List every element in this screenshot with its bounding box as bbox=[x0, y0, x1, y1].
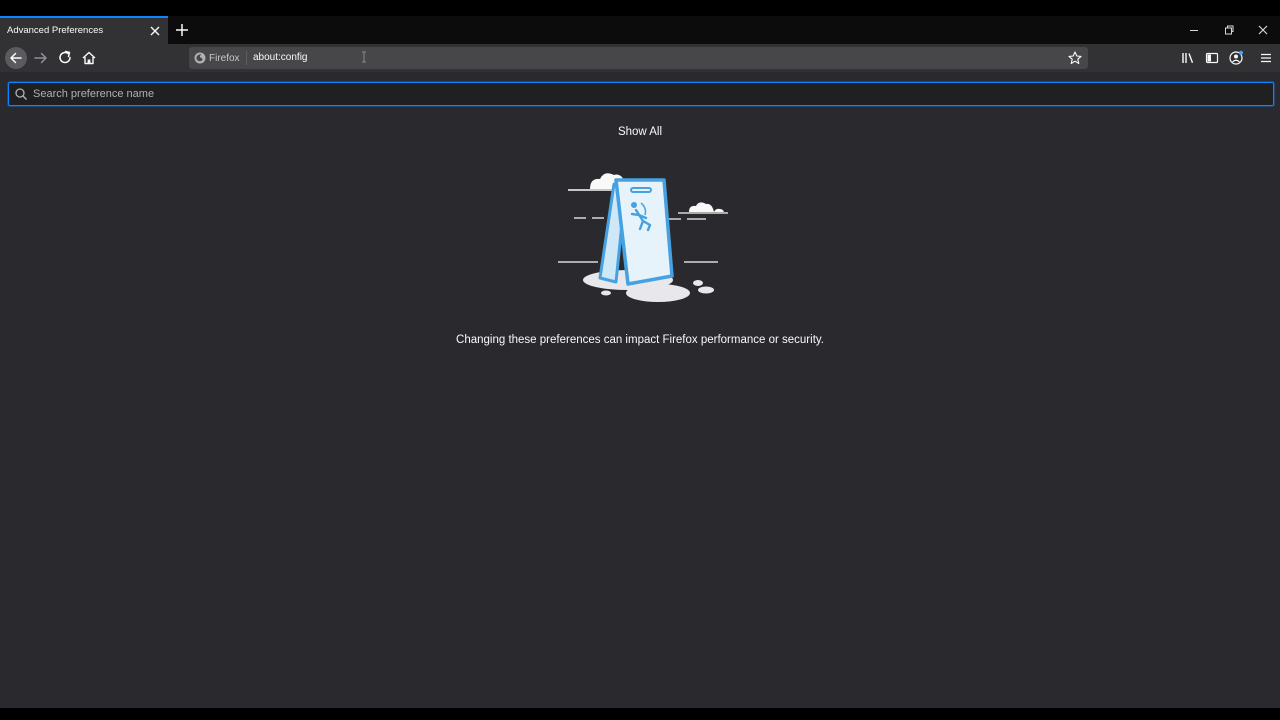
text-cursor-icon bbox=[362, 51, 366, 63]
minimize-icon[interactable] bbox=[1186, 22, 1202, 38]
sidebar-icon[interactable] bbox=[1204, 50, 1220, 66]
star-icon[interactable] bbox=[1067, 50, 1083, 66]
forward-arrow-icon[interactable] bbox=[31, 48, 51, 68]
about-config-page: Show All bbox=[0, 72, 1280, 708]
back-button[interactable] bbox=[5, 47, 27, 69]
reload-icon[interactable] bbox=[55, 48, 75, 68]
library-icon[interactable] bbox=[1180, 50, 1196, 66]
caution-sign-illustration bbox=[558, 173, 728, 302]
home-icon[interactable] bbox=[79, 48, 99, 68]
close-icon[interactable] bbox=[148, 24, 162, 38]
identity-label: Firefox bbox=[209, 52, 240, 64]
account-icon[interactable] bbox=[1228, 50, 1244, 66]
warning-message: Changing these preferences can impact Fi… bbox=[456, 334, 824, 346]
show-all-button[interactable]: Show All bbox=[590, 126, 690, 138]
back-arrow-icon bbox=[10, 52, 22, 64]
tab-title: Advanced Preferences bbox=[7, 25, 104, 36]
restore-icon[interactable] bbox=[1221, 22, 1237, 38]
browser-window: Advanced Preferences Firefox about:confi… bbox=[0, 16, 1280, 708]
identity-box[interactable]: Firefox bbox=[194, 51, 247, 65]
url-text[interactable]: about:config bbox=[253, 52, 308, 63]
hamburger-menu-icon[interactable] bbox=[1258, 50, 1274, 66]
search-icon bbox=[15, 88, 27, 100]
plus-icon[interactable] bbox=[174, 22, 190, 38]
tab-bar: Advanced Preferences bbox=[0, 16, 1280, 44]
close-window-icon[interactable] bbox=[1255, 22, 1271, 38]
tab-advanced-preferences[interactable]: Advanced Preferences bbox=[0, 16, 168, 44]
navigation-toolbar: Firefox about:config bbox=[0, 44, 1280, 72]
search-box[interactable] bbox=[8, 82, 1274, 106]
search-input[interactable] bbox=[33, 83, 1263, 105]
url-bar[interactable]: Firefox about:config bbox=[189, 47, 1088, 69]
firefox-logo-icon bbox=[194, 52, 206, 64]
